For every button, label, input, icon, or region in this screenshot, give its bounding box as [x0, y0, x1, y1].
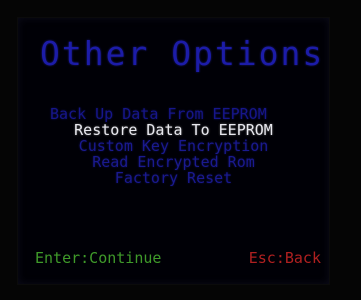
menu-item-restore-eeprom[interactable]: Restore Data To EEPROM — [18, 122, 329, 138]
device-bezel: Other Options Back Up Data From EEPROM R… — [0, 0, 361, 300]
options-menu: Back Up Data From EEPROM Restore Data To… — [18, 106, 329, 186]
menu-item-backup-eeprom[interactable]: Back Up Data From EEPROM — [50, 106, 329, 122]
enter-continue-hint[interactable]: Enter:Continue — [35, 249, 161, 267]
page-title: Other Options — [40, 34, 325, 73]
menu-item-custom-key-encryption[interactable]: Custom Key Encryption — [18, 138, 329, 154]
menu-item-read-encrypted-rom[interactable]: Read Encrypted Rom — [18, 154, 329, 170]
menu-item-factory-reset[interactable]: Factory Reset — [18, 170, 329, 186]
esc-back-hint[interactable]: Esc:Back — [249, 249, 321, 267]
lcd-screen: Other Options Back Up Data From EEPROM R… — [18, 18, 329, 284]
